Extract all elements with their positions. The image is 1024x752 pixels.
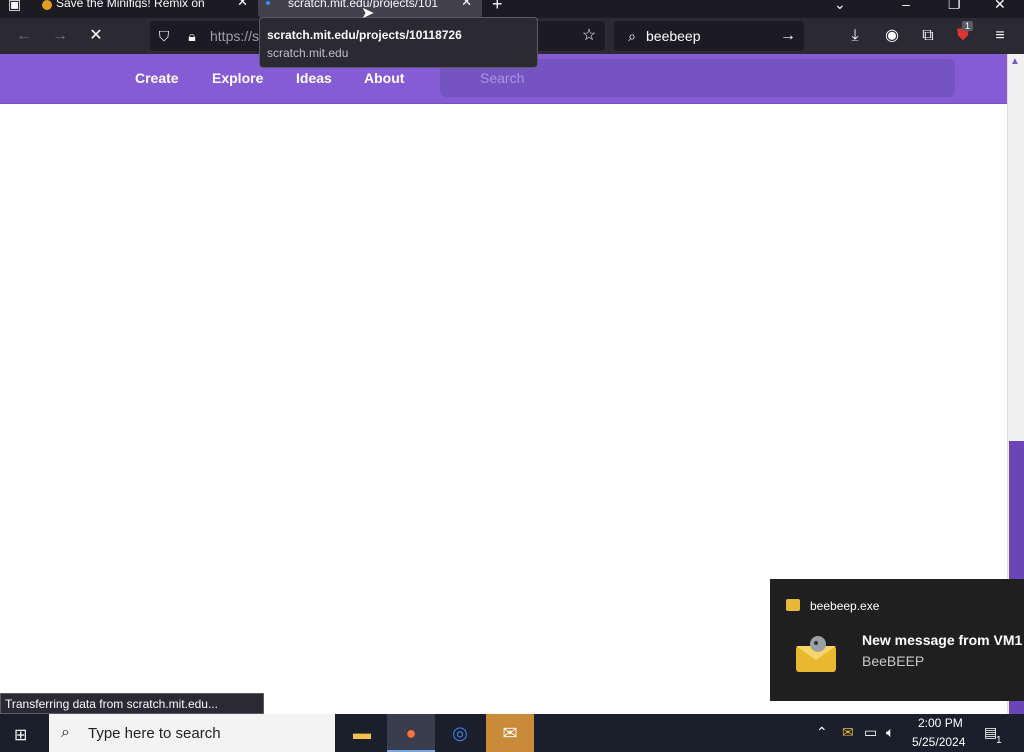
tooltip-url: scratch.mit.edu/projects/10118726 <box>267 28 462 42</box>
nav-explore[interactable]: Explore <box>212 70 263 86</box>
menu-icon[interactable]: ≡ <box>990 26 1010 46</box>
minimize-icon[interactable]: – <box>902 0 910 12</box>
close-window-icon[interactable]: ✕ <box>994 0 1006 13</box>
beebeep-tray-icon[interactable]: ✉ <box>842 724 854 741</box>
downloads-icon[interactable]: ⤓ <box>845 26 865 46</box>
extension-badge: 1 <box>962 21 974 31</box>
notification-title: New message from VM1 <box>862 632 1023 648</box>
new-tab-icon[interactable]: + <box>492 0 503 15</box>
file-explorer-icon[interactable]: ▬ <box>338 714 386 752</box>
scratch-favicon-icon <box>42 0 52 10</box>
tooltip-host: scratch.mit.edu <box>267 46 349 60</box>
forward-icon[interactable]: → <box>50 26 70 46</box>
beebeep-app-icon <box>786 599 800 611</box>
taskbar-search-placeholder: Type here to search <box>88 725 221 742</box>
close-tab-icon[interactable]: ✕ <box>237 0 248 8</box>
beebeep-logo-icon <box>796 636 836 672</box>
search-icon: ⌕ <box>628 28 636 44</box>
status-text: Transferring data from scratch.mit.edu..… <box>5 697 218 711</box>
url-text[interactable]: https://s <box>210 28 259 44</box>
mouse-cursor-icon: ➤ <box>361 5 375 22</box>
search-input[interactable]: beebeep <box>646 28 701 44</box>
show-hidden-icons-icon[interactable]: ⌃ <box>816 724 828 741</box>
close-tab-icon[interactable]: ✕ <box>461 0 472 8</box>
network-icon[interactable]: ▭ <box>864 724 877 741</box>
loading-favicon-icon <box>266 1 270 5</box>
notification-app-name: beebeep.exe <box>810 599 880 613</box>
windows-start-icon[interactable]: ⊞ <box>14 725 27 745</box>
chrome-icon[interactable]: ◎ <box>436 714 484 752</box>
lock-icon[interactable]: 🔒︎ <box>182 26 202 46</box>
tab-save-the-minifigs[interactable]: Save the Minifigs! Remix on Scra ✕ <box>34 0 258 18</box>
action-center-badge: 1 <box>996 735 1002 746</box>
back-icon[interactable]: ← <box>14 26 34 46</box>
url-tooltip <box>259 17 538 68</box>
scroll-up-icon[interactable]: ▲ <box>1010 56 1020 67</box>
extensions-icon[interactable]: ⧉ <box>918 26 938 46</box>
bookmark-star-icon[interactable]: ☆ <box>579 26 599 46</box>
nav-create[interactable]: Create <box>135 70 179 86</box>
account-icon[interactable]: ◉ <box>882 26 902 46</box>
tab-title: Save the Minifigs! Remix on Scra <box>56 0 206 8</box>
firefox-icon[interactable]: ● <box>387 714 435 752</box>
beebeep-taskbar-icon[interactable]: ✉ <box>486 714 534 752</box>
nav-ideas[interactable]: Ideas <box>296 70 332 86</box>
tab-list-icon[interactable]: ▣ <box>8 0 21 13</box>
restore-icon[interactable]: ❐ <box>948 0 961 13</box>
taskbar-date[interactable]: 5/25/2024 <box>912 735 965 749</box>
search-go-icon[interactable]: → <box>778 26 798 46</box>
volume-muted-icon[interactable]: 🔈︎ <box>886 724 894 741</box>
scratch-search-placeholder: Search <box>480 70 525 86</box>
nav-about[interactable]: About <box>364 70 404 86</box>
search-bar[interactable] <box>614 21 804 51</box>
taskbar-time[interactable]: 2:00 PM <box>918 716 963 730</box>
tracking-protection-icon[interactable]: ⛉ <box>154 26 174 46</box>
list-all-tabs-icon[interactable]: ⌄ <box>834 0 846 13</box>
notification-body: BeeBEEP <box>862 653 925 669</box>
stop-loading-icon[interactable]: ✕ <box>86 26 106 46</box>
search-icon: ⌕ <box>61 724 70 741</box>
